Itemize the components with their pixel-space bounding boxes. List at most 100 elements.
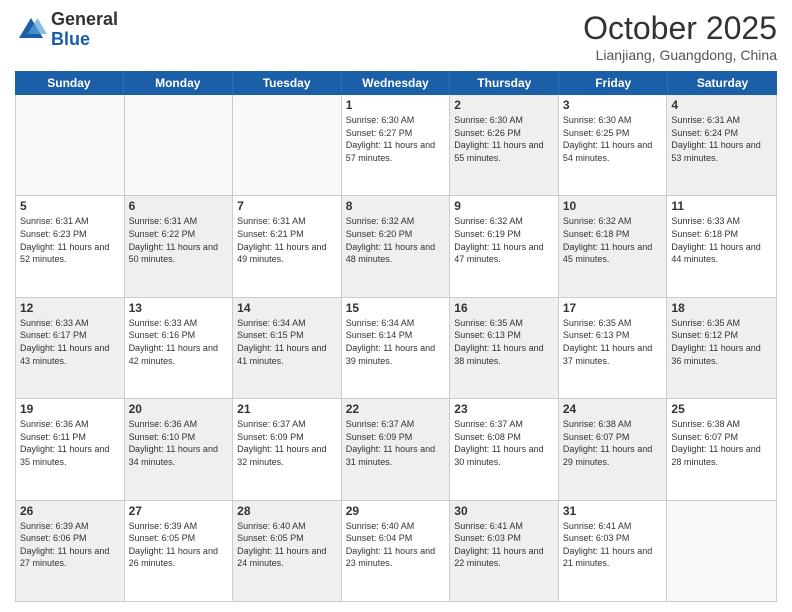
cell-info: Sunrise: 6:39 AMSunset: 6:06 PMDaylight:… [20,520,120,570]
cell-info: Sunrise: 6:39 AMSunset: 6:05 PMDaylight:… [129,520,229,570]
calendar-day-29: 29 Sunrise: 6:40 AMSunset: 6:04 PMDayligh… [342,501,451,601]
header-day-saturday: Saturday [668,71,777,95]
cell-info: Sunrise: 6:33 AMSunset: 6:17 PMDaylight:… [20,317,120,367]
cell-info: Sunrise: 6:35 AMSunset: 6:13 PMDaylight:… [454,317,554,367]
cell-info: Sunrise: 6:36 AMSunset: 6:10 PMDaylight:… [129,418,229,468]
logo-text: General Blue [51,10,118,50]
day-number: 20 [129,402,229,416]
cell-info: Sunrise: 6:30 AMSunset: 6:26 PMDaylight:… [454,114,554,164]
day-number: 16 [454,301,554,315]
day-number: 28 [237,504,337,518]
day-number: 18 [671,301,772,315]
calendar-day-27: 27 Sunrise: 6:39 AMSunset: 6:05 PMDayligh… [125,501,234,601]
calendar-day-24: 24Sunrise: 6:38 AMSunset: 6:07 PMDayligh… [559,399,668,499]
calendar-empty-cell [233,95,342,195]
day-number: 17 [563,301,663,315]
logo-general: General [51,10,118,30]
cell-info: Sunrise: 6:41 AMSunset: 6:03 PMDaylight:… [563,520,663,570]
page: General Blue October 2025 Lianjiang, Gua… [0,0,792,612]
month-title: October 2025 [583,10,777,47]
cell-info: Sunrise: 6:37 AMSunset: 6:08 PMDaylight:… [454,418,554,468]
day-number: 21 [237,402,337,416]
cell-info: Sunrise: 6:35 AMSunset: 6:12 PMDaylight:… [671,317,772,367]
calendar-day-11: 11Sunrise: 6:33 AMSunset: 6:18 PMDayligh… [667,196,776,296]
cell-info: Sunrise: 6:31 AMSunset: 6:23 PMDaylight:… [20,215,120,265]
day-number: 7 [237,199,337,213]
calendar-day-2: 2 Sunrise: 6:30 AMSunset: 6:26 PMDaylight… [450,95,559,195]
cell-info: Sunrise: 6:37 AMSunset: 6:09 PMDaylight:… [346,418,446,468]
day-number: 2 [454,98,554,112]
calendar-day-26: 26 Sunrise: 6:39 AMSunset: 6:06 PMDayligh… [16,501,125,601]
calendar-day-8: 8Sunrise: 6:32 AMSunset: 6:20 PMDaylight… [342,196,451,296]
calendar-day-18: 18 Sunrise: 6:35 AMSunset: 6:12 PMDayligh… [667,298,776,398]
cell-info: Sunrise: 6:32 AMSunset: 6:19 PMDaylight:… [454,215,554,265]
day-number: 22 [346,402,446,416]
cell-info: Sunrise: 6:40 AMSunset: 6:04 PMDaylight:… [346,520,446,570]
day-number: 19 [20,402,120,416]
header: General Blue October 2025 Lianjiang, Gua… [15,10,777,63]
calendar-day-13: 13Sunrise: 6:33 AMSunset: 6:16 PMDayligh… [125,298,234,398]
calendar-day-4: 4 Sunrise: 6:31 AMSunset: 6:24 PMDaylight… [667,95,776,195]
calendar-week-4: 19 Sunrise: 6:36 AMSunset: 6:11 PMDayligh… [16,399,776,500]
cell-info: Sunrise: 6:33 AMSunset: 6:16 PMDaylight:… [129,317,229,367]
day-number: 1 [346,98,446,112]
calendar-day-3: 3Sunrise: 6:30 AMSunset: 6:25 PMDaylight… [559,95,668,195]
calendar-day-19: 19 Sunrise: 6:36 AMSunset: 6:11 PMDayligh… [16,399,125,499]
cell-info: Sunrise: 6:32 AMSunset: 6:18 PMDaylight:… [563,215,663,265]
calendar-empty-cell [667,501,776,601]
location: Lianjiang, Guangdong, China [583,47,777,63]
cell-info: Sunrise: 6:35 AMSunset: 6:13 PMDaylight:… [563,317,663,367]
calendar: SundayMondayTuesdayWednesdayThursdayFrid… [15,71,777,602]
calendar-day-28: 28 Sunrise: 6:40 AMSunset: 6:05 PMDayligh… [233,501,342,601]
cell-info: Sunrise: 6:33 AMSunset: 6:18 PMDaylight:… [671,215,772,265]
day-number: 23 [454,402,554,416]
calendar-header: SundayMondayTuesdayWednesdayThursdayFrid… [15,71,777,95]
day-number: 6 [129,199,229,213]
calendar-week-2: 5Sunrise: 6:31 AMSunset: 6:23 PMDaylight… [16,196,776,297]
calendar-day-20: 20 Sunrise: 6:36 AMSunset: 6:10 PMDayligh… [125,399,234,499]
day-number: 9 [454,199,554,213]
header-day-monday: Monday [124,71,233,95]
cell-info: Sunrise: 6:31 AMSunset: 6:24 PMDaylight:… [671,114,772,164]
cell-info: Sunrise: 6:40 AMSunset: 6:05 PMDaylight:… [237,520,337,570]
cell-info: Sunrise: 6:36 AMSunset: 6:11 PMDaylight:… [20,418,120,468]
day-number: 12 [20,301,120,315]
header-day-friday: Friday [559,71,668,95]
calendar-day-25: 25 Sunrise: 6:38 AMSunset: 6:07 PMDayligh… [667,399,776,499]
cell-info: Sunrise: 6:32 AMSunset: 6:20 PMDaylight:… [346,215,446,265]
calendar-week-5: 26 Sunrise: 6:39 AMSunset: 6:06 PMDayligh… [16,501,776,601]
cell-info: Sunrise: 6:38 AMSunset: 6:07 PMDaylight:… [671,418,772,468]
calendar-day-16: 16 Sunrise: 6:35 AMSunset: 6:13 PMDayligh… [450,298,559,398]
cell-info: Sunrise: 6:31 AMSunset: 6:22 PMDaylight:… [129,215,229,265]
calendar-day-5: 5Sunrise: 6:31 AMSunset: 6:23 PMDaylight… [16,196,125,296]
calendar-day-14: 14Sunrise: 6:34 AMSunset: 6:15 PMDayligh… [233,298,342,398]
cell-info: Sunrise: 6:41 AMSunset: 6:03 PMDaylight:… [454,520,554,570]
cell-info: Sunrise: 6:34 AMSunset: 6:15 PMDaylight:… [237,317,337,367]
calendar-week-1: 1 Sunrise: 6:30 AMSunset: 6:27 PMDaylight… [16,95,776,196]
calendar-day-23: 23 Sunrise: 6:37 AMSunset: 6:08 PMDayligh… [450,399,559,499]
day-number: 29 [346,504,446,518]
day-number: 27 [129,504,229,518]
title-block: October 2025 Lianjiang, Guangdong, China [583,10,777,63]
calendar-day-21: 21Sunrise: 6:37 AMSunset: 6:09 PMDayligh… [233,399,342,499]
calendar-day-12: 12 Sunrise: 6:33 AMSunset: 6:17 PMDayligh… [16,298,125,398]
logo: General Blue [15,10,118,50]
calendar-week-3: 12 Sunrise: 6:33 AMSunset: 6:17 PMDayligh… [16,298,776,399]
cell-info: Sunrise: 6:38 AMSunset: 6:07 PMDaylight:… [563,418,663,468]
day-number: 25 [671,402,772,416]
calendar-day-22: 22 Sunrise: 6:37 AMSunset: 6:09 PMDayligh… [342,399,451,499]
header-day-tuesday: Tuesday [233,71,342,95]
calendar-day-6: 6 Sunrise: 6:31 AMSunset: 6:22 PMDaylight… [125,196,234,296]
cell-info: Sunrise: 6:30 AMSunset: 6:27 PMDaylight:… [346,114,446,164]
day-number: 4 [671,98,772,112]
cell-info: Sunrise: 6:34 AMSunset: 6:14 PMDaylight:… [346,317,446,367]
calendar-day-7: 7 Sunrise: 6:31 AMSunset: 6:21 PMDaylight… [233,196,342,296]
calendar-day-9: 9 Sunrise: 6:32 AMSunset: 6:19 PMDaylight… [450,196,559,296]
header-day-sunday: Sunday [15,71,124,95]
calendar-day-17: 17 Sunrise: 6:35 AMSunset: 6:13 PMDayligh… [559,298,668,398]
calendar-empty-cell [16,95,125,195]
cell-info: Sunrise: 6:31 AMSunset: 6:21 PMDaylight:… [237,215,337,265]
calendar-body: 1 Sunrise: 6:30 AMSunset: 6:27 PMDaylight… [15,95,777,602]
day-number: 10 [563,199,663,213]
day-number: 26 [20,504,120,518]
